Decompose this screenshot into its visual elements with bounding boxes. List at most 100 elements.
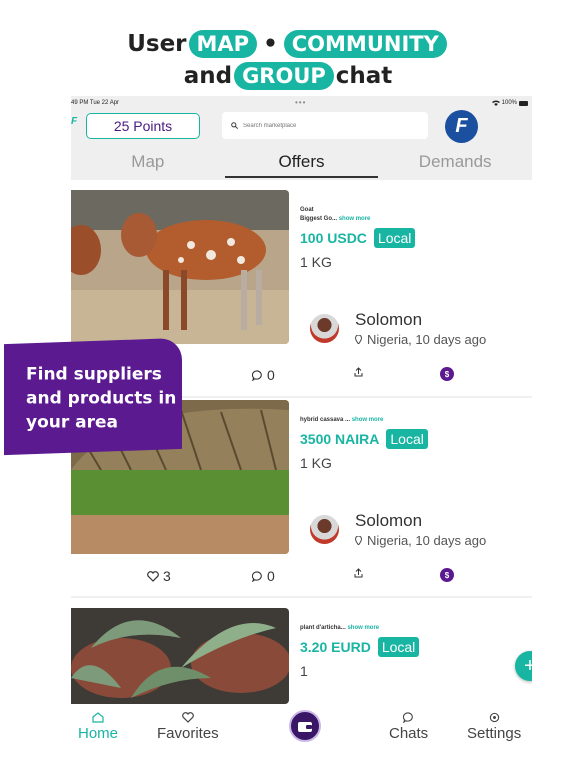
nav-chats-label: Chats bbox=[389, 725, 429, 742]
local-badge: Local bbox=[373, 228, 416, 248]
listing-title-text: plant d'articha... bbox=[300, 625, 346, 631]
promo-pill-map: MAP bbox=[188, 30, 258, 58]
multitask-dots[interactable]: ••• bbox=[295, 98, 306, 107]
seller-name: Solomon bbox=[355, 511, 423, 530]
top-bar: F 25 Points F bbox=[71, 110, 532, 144]
wallet-button[interactable] bbox=[289, 710, 321, 742]
listing-image-goat[interactable] bbox=[71, 190, 289, 344]
status-right: 100% bbox=[491, 100, 528, 106]
seller-name: Solomon bbox=[355, 310, 423, 329]
avatar[interactable] bbox=[310, 515, 339, 544]
pay-button[interactable]: $ bbox=[440, 367, 454, 381]
listing-title-text: hybrid cassava ... bbox=[300, 417, 351, 423]
nav-settings[interactable]: Settings bbox=[467, 712, 521, 742]
listing-category: Goat bbox=[300, 207, 314, 213]
comment-count: 0 bbox=[267, 568, 275, 584]
price-row: 100 USDC Local bbox=[300, 228, 416, 248]
add-listing-button[interactable]: + bbox=[515, 651, 532, 681]
home-icon bbox=[92, 712, 104, 723]
seller-location-text: Nigeria, 10 days ago bbox=[367, 332, 487, 347]
nav-home-label: Home bbox=[78, 725, 119, 742]
comment-button[interactable]: 0 bbox=[252, 568, 275, 584]
location-pin-icon bbox=[355, 335, 362, 344]
promo-separator: • bbox=[263, 31, 278, 57]
comment-count: 0 bbox=[267, 367, 275, 383]
pay-button[interactable]: $ bbox=[440, 568, 454, 582]
listing-image-artichoke[interactable] bbox=[71, 608, 289, 704]
price-row: 3500 NAIRA Local bbox=[300, 429, 428, 449]
heart-icon bbox=[181, 712, 194, 723]
listing-meta: hybrid cassava ... show more 3500 NAIRA … bbox=[300, 416, 428, 471]
promo-text: and bbox=[183, 63, 233, 89]
tab-demands[interactable]: Demands bbox=[378, 144, 532, 180]
like-button[interactable]: 3 bbox=[147, 568, 171, 584]
listing-quantity: 1 bbox=[300, 663, 308, 679]
tab-offers[interactable]: Offers bbox=[224, 144, 379, 180]
listing-title-text: Biggest Go... bbox=[300, 216, 338, 222]
battery-icon bbox=[519, 100, 528, 106]
comment-icon bbox=[252, 570, 262, 582]
promo-banner: Find suppliers and products in your area bbox=[4, 337, 182, 456]
nav-home[interactable]: Home bbox=[78, 712, 118, 742]
bottom-nav: Home Favorites Chats Settings bbox=[0, 708, 576, 768]
wallet-icon bbox=[298, 721, 312, 732]
location-pin-icon bbox=[355, 536, 362, 545]
listing-title: plant d'articha... show more bbox=[300, 624, 419, 633]
seller-location-text: Nigeria, 10 days ago bbox=[367, 533, 487, 548]
promo-line-2: and GROUP chat bbox=[0, 62, 576, 90]
avatar[interactable] bbox=[310, 314, 339, 343]
listing-price: 100 USDC bbox=[300, 230, 367, 246]
listing-title: hybrid cassava ... show more bbox=[300, 416, 428, 425]
search-icon bbox=[231, 122, 238, 129]
nav-settings-label: Settings bbox=[467, 725, 522, 742]
local-badge: Local bbox=[377, 637, 420, 657]
nav-chats[interactable]: Chats bbox=[389, 712, 428, 742]
promo-text: User bbox=[127, 31, 187, 57]
listing-actions: 3 0 $ bbox=[71, 568, 532, 588]
listing-quantity: 1 KG bbox=[300, 254, 332, 270]
show-more-link[interactable]: show more bbox=[352, 417, 384, 423]
promo-text: chat bbox=[335, 63, 393, 89]
points-button[interactable]: 25 Points bbox=[86, 113, 200, 139]
listing-quantity: 1 KG bbox=[300, 455, 332, 471]
share-icon bbox=[354, 367, 363, 377]
comment-icon bbox=[252, 369, 262, 381]
price-row: 3.20 EURD Local bbox=[300, 637, 420, 657]
wifi-icon bbox=[491, 100, 500, 106]
divider bbox=[71, 596, 532, 598]
share-icon bbox=[354, 568, 363, 578]
battery-percent: 100% bbox=[501, 100, 517, 106]
listing-meta: plant d'articha... show more 3.20 EURD L… bbox=[300, 624, 420, 679]
listing-meta: Goat Biggest Go... show more 100 USDC Lo… bbox=[300, 206, 416, 270]
seller-info[interactable]: Solomon Nigeria, 10 days ago bbox=[310, 310, 486, 347]
heart-icon bbox=[147, 570, 159, 582]
listing-price: 3.20 EURD bbox=[300, 639, 371, 655]
dollar-icon: $ bbox=[440, 367, 454, 381]
dollar-icon: $ bbox=[440, 568, 454, 582]
search-bar[interactable] bbox=[222, 112, 428, 139]
share-button[interactable] bbox=[354, 367, 367, 377]
promo-banner-text: Find suppliers and products in your area bbox=[26, 364, 177, 433]
promo-pill-group: GROUP bbox=[234, 62, 334, 90]
status-bar: 49 PM Tue 22 Apr ••• 100% bbox=[71, 96, 532, 110]
status-time: 49 PM Tue 22 Apr bbox=[71, 100, 120, 106]
brand-logo[interactable]: F bbox=[445, 110, 478, 143]
share-button[interactable] bbox=[354, 568, 367, 578]
show-more-link[interactable]: show more bbox=[347, 625, 379, 631]
local-badge: Local bbox=[386, 429, 428, 449]
show-more-link[interactable]: show more bbox=[339, 216, 371, 222]
tab-map[interactable]: Map bbox=[71, 144, 225, 180]
tab-bar: Map Offers Demands bbox=[71, 144, 532, 180]
nav-favorites[interactable]: Favorites bbox=[157, 712, 219, 742]
nav-favorites-label: Favorites bbox=[157, 725, 219, 742]
app-logo-fragment: F bbox=[71, 116, 78, 127]
seller-location: Nigeria, 10 days ago bbox=[355, 332, 486, 347]
promo-line-1: User MAP • COMMUNITY bbox=[0, 30, 576, 58]
listing-price: 3500 NAIRA bbox=[300, 431, 380, 447]
comment-button[interactable]: 0 bbox=[252, 367, 275, 383]
like-count: 3 bbox=[163, 568, 171, 584]
search-input[interactable] bbox=[243, 122, 413, 129]
promo-header: User MAP • COMMUNITY and GROUP chat bbox=[0, 0, 576, 96]
chat-icon bbox=[403, 712, 413, 723]
seller-info[interactable]: Solomon Nigeria, 10 days ago bbox=[310, 511, 486, 548]
